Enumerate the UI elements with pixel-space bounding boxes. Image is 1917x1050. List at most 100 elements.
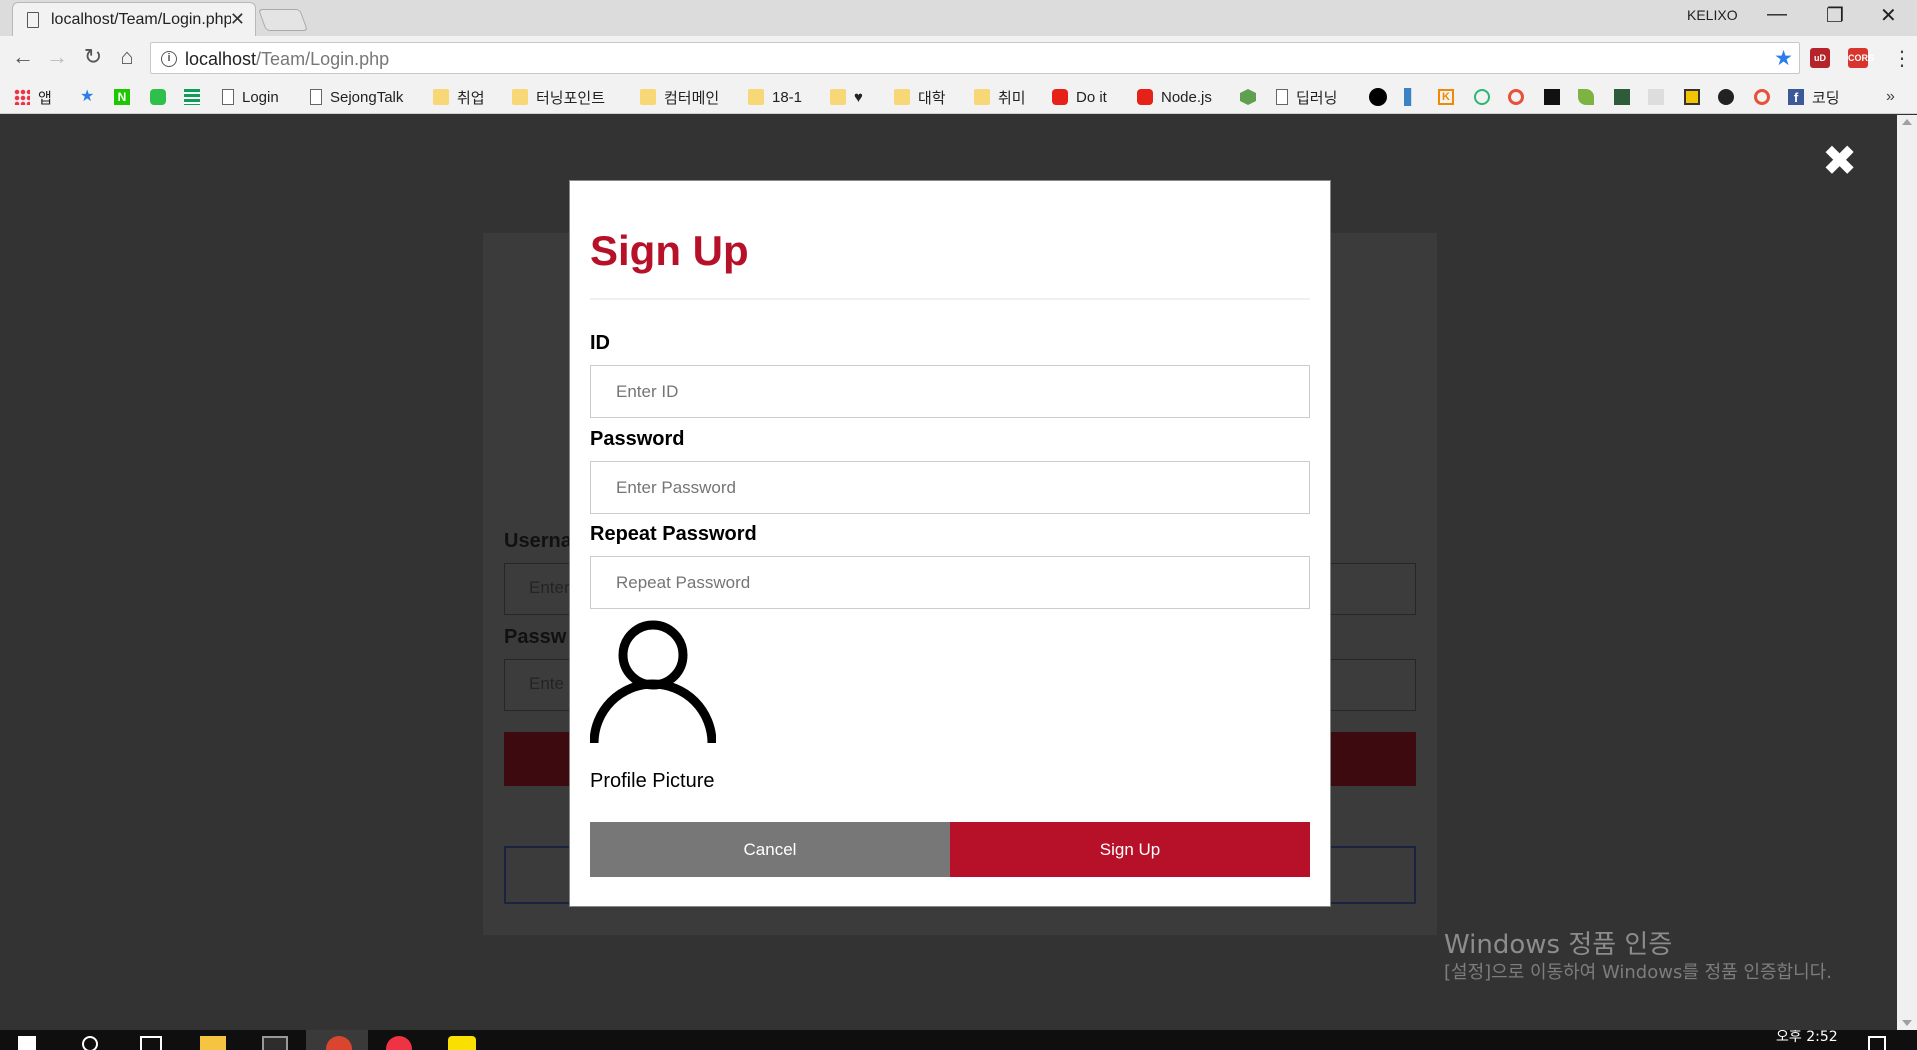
repeat-password-label: Repeat Password <box>590 523 757 545</box>
password-input[interactable] <box>590 461 1310 514</box>
notification-icon[interactable] <box>1868 1036 1886 1050</box>
bookmark-green-clock[interactable] <box>1474 86 1498 108</box>
scroll-up-icon[interactable] <box>1902 119 1912 125</box>
bookmark-folder-job[interactable]: 취업 <box>433 86 485 108</box>
browser-titlebar: localhost/Team/Login.php ✕ KELIXO — ❐ ✕ <box>0 0 1917 36</box>
home-icon[interactable]: ⌂ <box>114 44 140 70</box>
star-icon: ★ <box>80 88 95 105</box>
reload-icon[interactable]: ↻ <box>80 44 106 70</box>
scrollbar[interactable] <box>1897 115 1917 1030</box>
bookmark-k[interactable]: K <box>1438 86 1462 108</box>
bookmark-folder-hobby[interactable]: 취미 <box>974 86 1026 108</box>
bookmark-github[interactable] <box>1718 86 1742 108</box>
bookmark-apps[interactable]: 앱 <box>14 86 52 108</box>
bookmark-folder-turningpoint[interactable]: 터닝포인트 <box>512 86 605 108</box>
browser-toolbar: ← → ↻ ⌂ i localhost/Team/Login.php ★ uD … <box>0 36 1917 80</box>
bookmark-deeplearning[interactable]: 딥러닝 <box>1276 86 1337 108</box>
activation-watermark-subtitle: [설정]으로 이동하여 Windows를 정품 인증합니다. <box>1444 962 1832 983</box>
bookmark-folder-university[interactable]: 대학 <box>894 86 946 108</box>
signup-button[interactable]: Sign Up <box>950 822 1310 877</box>
password-label: Password <box>590 428 685 450</box>
scroll-down-icon[interactable] <box>1902 1020 1912 1026</box>
bookmark-nodejs[interactable]: Node.js <box>1137 86 1212 108</box>
password-label: Passw <box>504 626 567 648</box>
bookmark-terminal[interactable] <box>1614 86 1638 108</box>
task-view-icon[interactable] <box>140 1036 162 1050</box>
url-text[interactable]: localhost/Team/Login.php <box>185 49 389 70</box>
window-close-icon[interactable]: ✕ <box>1880 3 1897 28</box>
profile-picture-caption: Profile Picture <box>590 770 715 792</box>
modal-close-icon[interactable]: ✖ <box>1822 140 1857 182</box>
file-explorer-icon[interactable] <box>200 1036 226 1050</box>
bookmark-arrow[interactable] <box>1544 86 1568 108</box>
folder-icon <box>512 89 528 105</box>
bookmark-doit[interactable]: Do it <box>1052 86 1107 108</box>
repeat-password-input[interactable] <box>590 556 1310 609</box>
ublock-icon[interactable]: uD <box>1810 48 1830 68</box>
bookmark-folder-18-1[interactable]: 18-1 <box>748 86 802 108</box>
id-label: ID <box>590 332 610 354</box>
app-icon[interactable] <box>386 1036 412 1050</box>
blackboard-icon <box>1684 89 1700 105</box>
bookmark-star-icon[interactable]: ★ <box>1774 46 1793 71</box>
tab-close-icon[interactable]: ✕ <box>230 9 245 30</box>
bookmark-blackboard[interactable] <box>1684 86 1708 108</box>
bookmark-star[interactable]: ★ <box>80 86 104 108</box>
bookmark-red-ring[interactable] <box>1508 86 1532 108</box>
taskbar: 오후 2:52 <box>0 1030 1917 1050</box>
activation-watermark-title: Windows 정품 인증 <box>1444 930 1673 960</box>
kakaotalk-icon[interactable] <box>448 1036 476 1050</box>
terminal-icon[interactable] <box>262 1036 288 1050</box>
forward-icon[interactable]: → <box>44 44 70 70</box>
bookmark-nodejs-logo[interactable] <box>1240 86 1264 108</box>
divider <box>590 298 1310 300</box>
new-tab-button[interactable] <box>257 9 309 31</box>
line-icon <box>150 89 166 105</box>
bookmark-red-ring-2[interactable] <box>1754 86 1778 108</box>
bookmark-circle[interactable] <box>1369 86 1395 108</box>
page-icon <box>1276 89 1288 105</box>
bookmark-folder-computer[interactable]: 컴터메인 <box>640 86 719 108</box>
browser-tab[interactable]: localhost/Team/Login.php ✕ <box>12 2 256 36</box>
bookmark-login[interactable]: Login <box>222 86 279 108</box>
bookmarks-more-icon[interactable]: » <box>1886 88 1895 106</box>
terminal-icon <box>1614 89 1630 105</box>
restore-icon[interactable]: ❐ <box>1826 3 1844 28</box>
clock[interactable]: 오후 2:52 <box>1776 1030 1838 1046</box>
modal-title: Sign Up <box>590 227 749 274</box>
bookmark-folder-heart[interactable]: ♥ <box>830 86 863 108</box>
cancel-button[interactable]: Cancel <box>590 822 950 877</box>
bookmark-line[interactable] <box>150 86 174 108</box>
clock-icon <box>1474 89 1490 105</box>
nodejs-icon <box>1240 89 1256 105</box>
address-bar[interactable]: i localhost/Team/Login.php ★ <box>150 42 1800 74</box>
info-icon[interactable]: i <box>161 51 177 67</box>
start-icon[interactable] <box>18 1036 36 1050</box>
bookmark-sejongtalk[interactable]: SejongTalk <box>310 86 403 108</box>
bookmark-naver[interactable]: N <box>114 86 138 108</box>
sheets-icon <box>184 89 200 105</box>
folder-icon <box>830 89 846 105</box>
profile-name[interactable]: KELIXO <box>1687 7 1738 23</box>
cors-icon[interactable]: CORS <box>1848 48 1874 68</box>
bookmarks-bar: 앱 ★ N Login SejongTalk 취업 터닝포인트 컴터메인 18-… <box>0 80 1917 114</box>
back-icon[interactable]: ← <box>10 44 36 70</box>
bookmark-coding[interactable]: f 코딩 <box>1788 86 1840 108</box>
bookmark-sheets[interactable] <box>184 86 208 108</box>
menu-icon[interactable]: ⋮ <box>1892 46 1912 71</box>
id-input[interactable] <box>590 365 1310 418</box>
bookmark-wiki[interactable] <box>1648 86 1672 108</box>
wiki-icon <box>1648 89 1664 105</box>
page-icon <box>222 89 234 105</box>
circle-icon <box>1369 88 1387 106</box>
folder-icon <box>748 89 764 105</box>
bookmark-kotlin[interactable] <box>1404 86 1430 108</box>
search-icon[interactable] <box>82 1036 98 1050</box>
bookmark-leaf[interactable] <box>1578 86 1602 108</box>
minimize-icon[interactable]: — <box>1767 3 1787 26</box>
folder-icon <box>974 89 990 105</box>
naver-icon: N <box>114 89 130 105</box>
facebook-icon: f <box>1788 89 1804 105</box>
apps-grid-icon <box>14 89 30 105</box>
profile-avatar-icon[interactable] <box>590 619 716 745</box>
